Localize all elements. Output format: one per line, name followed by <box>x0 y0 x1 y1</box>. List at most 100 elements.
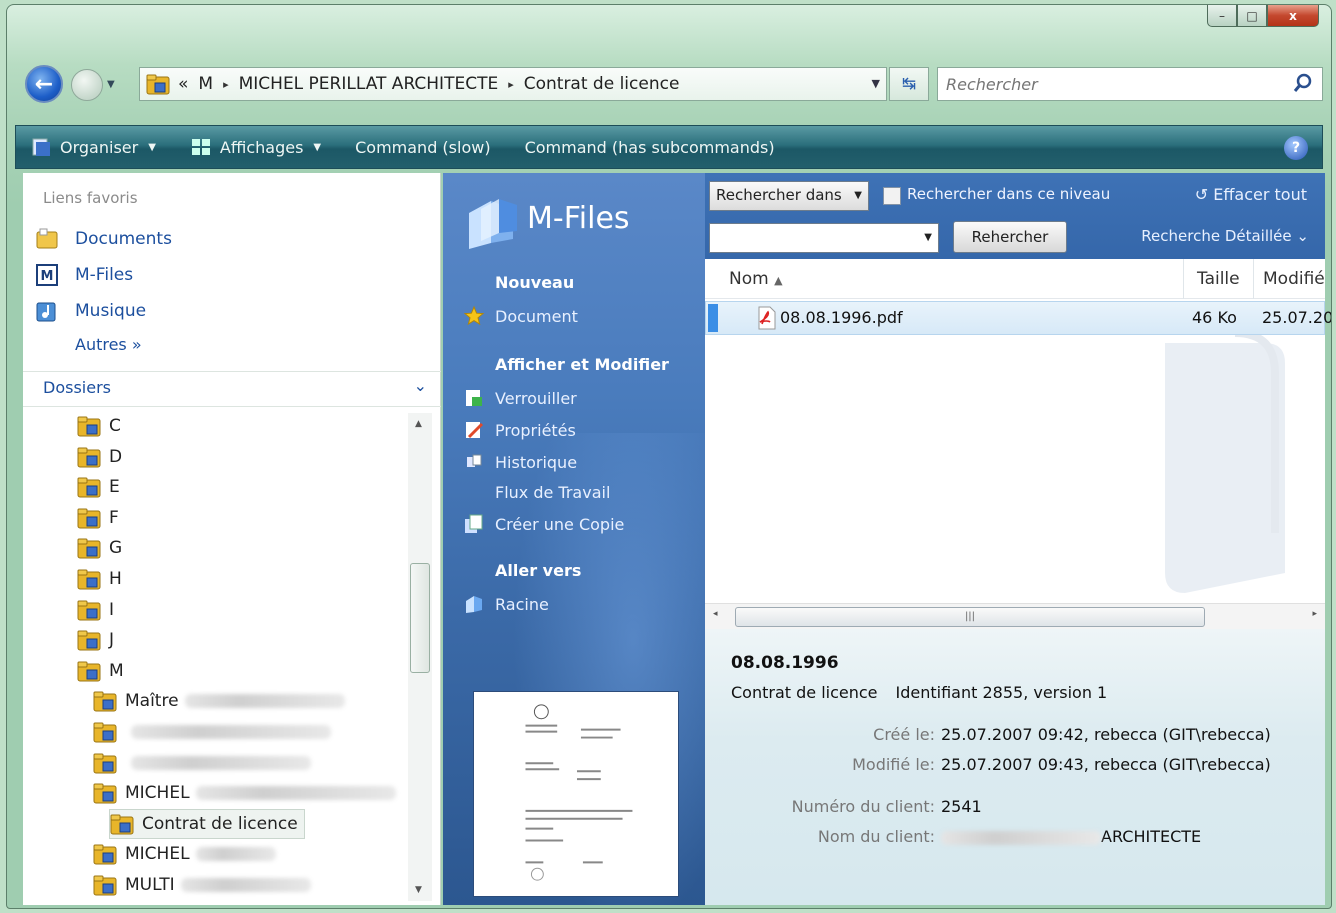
breadcrumb-separator-icon[interactable]: ▸ <box>223 78 229 91</box>
document-watermark-icon <box>1165 333 1285 593</box>
scrollbar-thumb[interactable]: ||| <box>735 607 1205 627</box>
tree-folder-label: G <box>109 538 123 559</box>
locked-folder-icon <box>77 630 101 651</box>
list-header: Nom ▲ Taille Modifié <box>705 259 1325 299</box>
organize-button[interactable]: Organiser ▼ <box>30 136 156 158</box>
task-lock[interactable]: Verrouiller <box>463 387 577 409</box>
tree-folder-item-selected[interactable]: Contrat de licence <box>109 808 305 839</box>
column-name[interactable]: Nom ▲ <box>729 269 783 289</box>
advanced-search-link[interactable]: Recherche Détaillée ⌄ <box>1141 227 1309 245</box>
command-slow-button[interactable]: Command (slow) <box>355 138 490 157</box>
tree-folder-item[interactable]: MICHEL <box>93 778 396 808</box>
details-subtitle: Contrat de licence Identifiant 2855, vers… <box>731 683 1107 702</box>
task-properties[interactable]: Propriétés <box>463 419 576 441</box>
task-workflow[interactable]: Flux de Travail <box>495 483 610 502</box>
task-new-document-label: Document <box>495 306 578 326</box>
star-icon <box>463 305 485 326</box>
favorite-mfiles[interactable]: M M-Files <box>35 263 133 287</box>
collapse-chevron-icon[interactable]: ⌄ <box>414 376 427 395</box>
search-this-level-checkbox[interactable] <box>883 187 901 205</box>
task-copy[interactable]: Créer une Copie <box>463 513 624 535</box>
favorite-mfiles-label: M-Files <box>75 265 134 285</box>
mfiles-brand: M-Files <box>527 201 630 236</box>
tree-folder-label: H <box>109 569 122 589</box>
chevron-down-icon: ⌄ <box>1296 227 1309 245</box>
close-button[interactable]: x <box>1267 5 1319 27</box>
tree-folder-item[interactable]: MULTI <box>93 870 311 900</box>
navigation-pane: Liens favoris Documents M M-Files Musiqu… <box>23 173 441 905</box>
tree-folder-item[interactable]: I <box>77 595 114 625</box>
command-subcommands-button[interactable]: Command (has subcommands) <box>525 138 775 157</box>
column-size[interactable]: Taille <box>1197 269 1240 289</box>
favorites-more-link[interactable]: Autres » <box>75 335 142 354</box>
created-value: 25.07.2007 09:42, rebecca (GIT\rebecca) <box>941 725 1271 744</box>
search-scope-value: Rechercher dans <box>716 186 842 204</box>
tree-folder-item[interactable]: E <box>77 472 120 502</box>
scroll-down-icon[interactable]: ▼ <box>415 885 422 895</box>
task-copy-label: Créer une Copie <box>495 514 625 534</box>
tree-folder-item[interactable]: F <box>77 503 119 533</box>
locked-folder-icon <box>77 416 101 437</box>
tree-folder-item[interactable]: H <box>77 564 122 594</box>
tree-folder-item[interactable]: D <box>77 442 122 472</box>
task-properties-label: Propriétés <box>495 420 576 440</box>
back-button[interactable]: ← <box>25 65 63 103</box>
section-new: Nouveau <box>495 273 575 292</box>
forward-button[interactable] <box>71 69 103 101</box>
search-this-level-label[interactable]: Rechercher dans ce niveau <box>907 185 1110 203</box>
search-button[interactable]: Rehercher <box>953 221 1067 253</box>
search-scope-select[interactable]: Rechercher dans ▼ <box>709 181 869 211</box>
tree-folder-item[interactable]: Maître <box>93 686 345 716</box>
tree-folder-item[interactable]: C <box>77 411 121 441</box>
scroll-right-icon[interactable]: ▸ <box>1312 609 1317 619</box>
details-id: Identifiant 2855, version 1 <box>895 683 1108 702</box>
task-root[interactable]: Racine <box>463 593 549 615</box>
tree-folder-item[interactable]: J <box>77 625 114 655</box>
views-button[interactable]: Affichages ▼ <box>190 136 321 158</box>
minimize-button[interactable]: – <box>1207 5 1237 27</box>
views-icon <box>191 139 210 155</box>
table-row[interactable]: 08.08.1996.pdf 46 Ko 25.07.2007 <box>705 301 1331 335</box>
task-lock-label: Verrouiller <box>495 388 577 408</box>
breadcrumb-m[interactable]: M <box>198 74 213 94</box>
scroll-up-icon[interactable]: ▲ <box>415 419 422 429</box>
tree-folder-item[interactable]: M <box>77 656 124 686</box>
tree-folder-item[interactable]: MICHEL <box>93 839 276 869</box>
breadcrumb-contrat-de-licence[interactable]: Contrat de licence <box>524 74 680 94</box>
scrollbar-thumb[interactable] <box>410 563 430 673</box>
details-class: Contrat de licence <box>731 683 878 702</box>
clear-all-link[interactable]: ↺ Effacer tout <box>1195 185 1307 204</box>
address-bar[interactable]: « M ▸ MICHEL PERILLAT ARCHITECTE ▸ Contr… <box>139 67 887 101</box>
search-input[interactable] <box>938 68 1268 100</box>
tree-folder-item[interactable]: G <box>77 533 122 563</box>
modified-label: Modifié le: <box>852 755 935 774</box>
address-history-dropdown[interactable]: ▼ <box>872 77 880 90</box>
search-icon[interactable] <box>1292 72 1314 94</box>
created-label: Créé le: <box>873 725 935 744</box>
column-modified[interactable]: Modifié <box>1263 269 1325 289</box>
scroll-left-icon[interactable]: ◂ <box>713 609 718 619</box>
folder-tree-scrollbar[interactable]: ▲ ▼ <box>408 413 432 901</box>
tree-folder-item[interactable] <box>93 748 311 778</box>
favorite-music[interactable]: Musique <box>35 299 146 323</box>
refresh-button[interactable]: ↹ <box>889 67 929 101</box>
breadcrumb-overflow[interactable]: « <box>178 74 188 94</box>
tree-folder-item[interactable] <box>93 717 331 747</box>
recent-pages-dropdown[interactable]: ▼ <box>107 79 115 90</box>
help-icon[interactable]: ? <box>1284 136 1308 160</box>
task-history[interactable]: Historique <box>463 451 577 473</box>
search-box[interactable] <box>937 67 1323 101</box>
locked-folder-icon <box>110 814 134 835</box>
root-icon <box>466 596 482 613</box>
folders-header[interactable]: Dossiers ⌄ <box>23 371 441 407</box>
favorite-documents[interactable]: Documents <box>35 227 172 251</box>
list-horizontal-scrollbar[interactable]: ◂ ||| ▸ <box>705 603 1325 629</box>
svg-text:M: M <box>41 269 54 284</box>
search-text-combo[interactable]: ▼ <box>709 223 939 253</box>
tree-folder-label: MULTI <box>125 875 175 895</box>
clear-all-label: Effacer tout <box>1213 185 1307 204</box>
breadcrumb-michel-perillat[interactable]: MICHEL PERILLAT ARCHITECTE <box>239 74 499 94</box>
maximize-button[interactable]: □ <box>1237 5 1267 27</box>
breadcrumb-separator-icon[interactable]: ▸ <box>508 78 514 91</box>
task-new-document[interactable]: Document <box>463 305 578 327</box>
